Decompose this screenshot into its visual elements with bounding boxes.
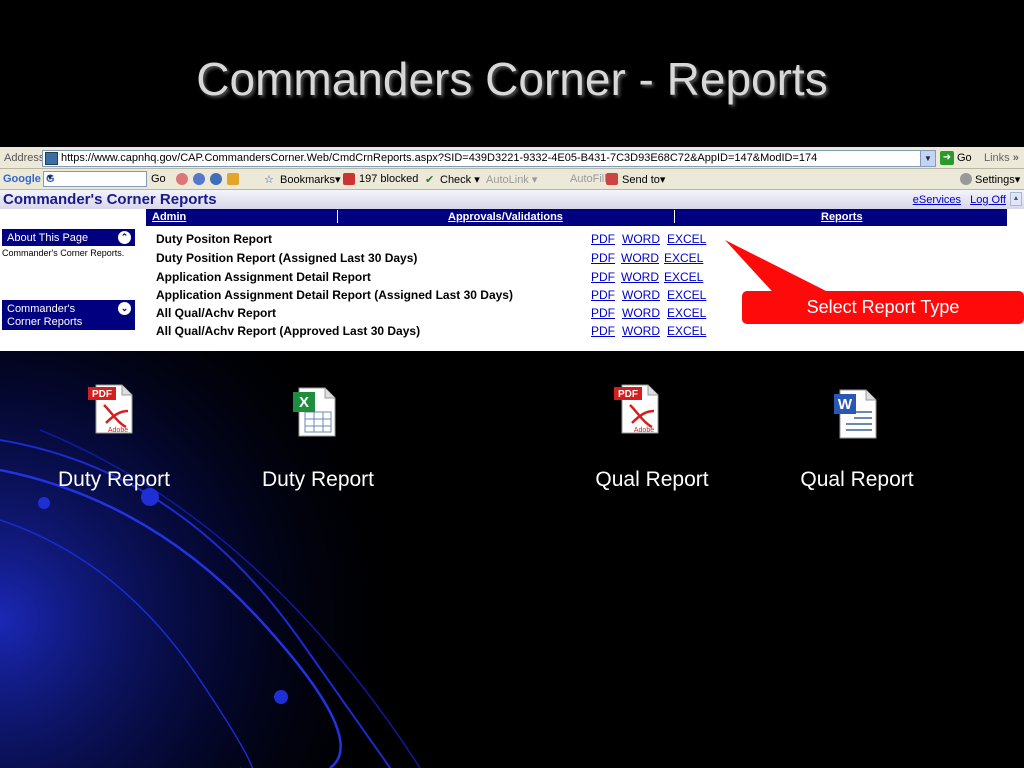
word-link[interactable]: WORD <box>622 232 660 246</box>
nav-divider <box>337 210 338 223</box>
report-row: Application Assignment Detail Report PDF… <box>156 270 716 288</box>
word-link[interactable]: WORD <box>622 324 660 338</box>
excel-link[interactable]: EXCEL <box>664 270 703 284</box>
pdf-file-icon: PDF Adobe <box>614 384 659 434</box>
pdf-link[interactable]: PDF <box>591 324 615 338</box>
gear-icon <box>960 173 972 185</box>
report-row: Application Assignment Detail Report (As… <box>156 288 716 306</box>
report-row: Duty Position Report (Assigned Last 30 D… <box>156 251 716 269</box>
sidebar-menu-label: Commander's Corner Reports <box>7 303 83 328</box>
nav-divider <box>674 210 675 223</box>
slide-title: Commanders Corner - Reports <box>196 53 828 105</box>
autofill-button[interactable]: AutoFill <box>570 173 607 185</box>
nav-reports[interactable]: Reports <box>821 211 863 223</box>
word-link[interactable]: WORD <box>621 270 659 284</box>
word-file-icon: W <box>834 389 877 439</box>
background-arcs <box>0 350 421 768</box>
report-name: Application Assignment Detail Report (As… <box>156 288 513 302</box>
go-button[interactable]: Go <box>957 152 972 164</box>
star-icon: ☆ <box>264 174 274 186</box>
report-name: All Qual/Achv Report <box>156 306 277 320</box>
check-button[interactable]: Check ▾ <box>440 173 480 186</box>
svg-text:PDF: PDF <box>92 389 112 400</box>
address-label: Address <box>4 152 45 164</box>
toolbar-icon[interactable] <box>227 173 239 185</box>
chevron-down-icon[interactable]: ▼ <box>46 173 145 182</box>
qual-report-pdf-caption: Qual Report <box>595 468 709 491</box>
svg-text:X: X <box>299 394 309 411</box>
word-link[interactable]: WORD <box>622 306 660 320</box>
spellcheck-icon: ✔ <box>425 174 435 186</box>
excel-file-icon: X <box>293 387 336 437</box>
autolink-button[interactable]: AutoLink ▾ <box>486 173 537 186</box>
word-link[interactable]: WORD <box>621 251 659 265</box>
pdf-file-icon: PDF Adobe <box>88 384 133 434</box>
report-row: All Qual/Achv Report PDF WORD EXCEL <box>156 306 716 324</box>
duty-report-excel-caption: Duty Report <box>261 468 375 491</box>
pdf-link[interactable]: PDF <box>591 251 615 265</box>
google-toolbar: Google G ▼ Go ☆ Bookmarks▾ 197 blocked ✔… <box>0 169 1024 190</box>
bookmarks-button[interactable]: Bookmarks▾ <box>280 173 341 186</box>
url-input[interactable]: https://www.capnhq.gov/CAP.CommandersCor… <box>42 150 936 167</box>
send-icon <box>606 173 618 185</box>
toolbar-icon[interactable] <box>210 173 222 185</box>
svg-text:Adobe: Adobe <box>634 427 654 434</box>
qual-report-word-caption: Qual Report <box>800 468 914 491</box>
app-title: Commander's Corner Reports <box>3 191 217 208</box>
report-name: All Qual/Achv Report (Approved Last 30 D… <box>156 324 421 338</box>
go-arrow-icon[interactable]: ➜ <box>940 151 954 165</box>
url-text: https://www.capnhq.gov/CAP.CommandersCor… <box>61 152 818 164</box>
eservices-link[interactable]: eServices <box>913 194 961 206</box>
app-header: Commander's Corner Reports eServices Log… <box>0 190 1024 209</box>
pdf-link[interactable]: PDF <box>591 306 615 320</box>
chevron-down-icon[interactable]: ⌄ <box>118 302 131 315</box>
report-name: Application Assignment Detail Report <box>156 270 371 284</box>
page-icon <box>45 152 58 165</box>
sidebar-note: Commander's Corner Reports. <box>2 248 125 258</box>
sendto-button[interactable]: Send to▾ <box>622 173 665 186</box>
report-name: Duty Position Report (Assigned Last 30 D… <box>156 251 418 265</box>
excel-link[interactable]: EXCEL <box>667 306 706 320</box>
sidebar-reports-menu[interactable]: Commander's Corner Reports ⌄ <box>2 300 135 330</box>
sidebar-about[interactable]: About This Page ⌃ <box>2 229 135 246</box>
report-row: Duty Positon Report PDF WORD EXCEL <box>156 232 716 250</box>
scroll-up-icon[interactable]: ▲ <box>1010 192 1022 206</box>
toolbar-icon[interactable] <box>193 173 205 185</box>
settings-button[interactable]: Settings▾ <box>975 173 1020 186</box>
popup-blocked-button[interactable]: 197 blocked <box>359 173 418 185</box>
pdf-link[interactable]: PDF <box>591 288 615 302</box>
svg-text:PDF: PDF <box>618 389 638 400</box>
toolbar-icon[interactable] <box>176 173 188 185</box>
excel-link[interactable]: EXCEL <box>667 232 706 246</box>
callout-select-report-type: Select Report Type <box>742 291 1024 324</box>
report-name: Duty Positon Report <box>156 232 272 246</box>
google-go-button[interactable]: Go <box>151 173 166 185</box>
nav-admin[interactable]: Admin <box>152 211 186 223</box>
popup-blocker-icon <box>343 173 355 185</box>
google-search-input[interactable]: G ▼ <box>43 171 147 187</box>
logoff-link[interactable]: Log Off <box>970 194 1006 206</box>
chevron-down-icon[interactable]: ▼ <box>920 151 935 166</box>
links-button[interactable]: Links » <box>984 152 1019 164</box>
main-nav: Admin Approvals/Validations Reports <box>146 209 1007 226</box>
pdf-link[interactable]: PDF <box>591 270 615 284</box>
duty-report-pdf-caption: Duty Report <box>57 468 171 491</box>
nav-approvals[interactable]: Approvals/Validations <box>448 211 563 223</box>
header-links: eServices Log Off <box>907 194 1006 206</box>
chevron-up-icon[interactable]: ⌃ <box>118 231 131 244</box>
pdf-link[interactable]: PDF <box>591 232 615 246</box>
google-logo: Google <box>3 173 41 185</box>
svg-text:W: W <box>838 396 853 413</box>
report-row: All Qual/Achv Report (Approved Last 30 D… <box>156 324 716 342</box>
excel-link[interactable]: EXCEL <box>667 288 706 302</box>
word-link[interactable]: WORD <box>622 288 660 302</box>
address-bar: Address https://www.capnhq.gov/CAP.Comma… <box>0 147 1024 169</box>
svg-text:Adobe: Adobe <box>108 427 128 434</box>
excel-link[interactable]: EXCEL <box>664 251 703 265</box>
sidebar-about-label: About This Page <box>7 232 89 244</box>
excel-link[interactable]: EXCEL <box>667 324 706 338</box>
